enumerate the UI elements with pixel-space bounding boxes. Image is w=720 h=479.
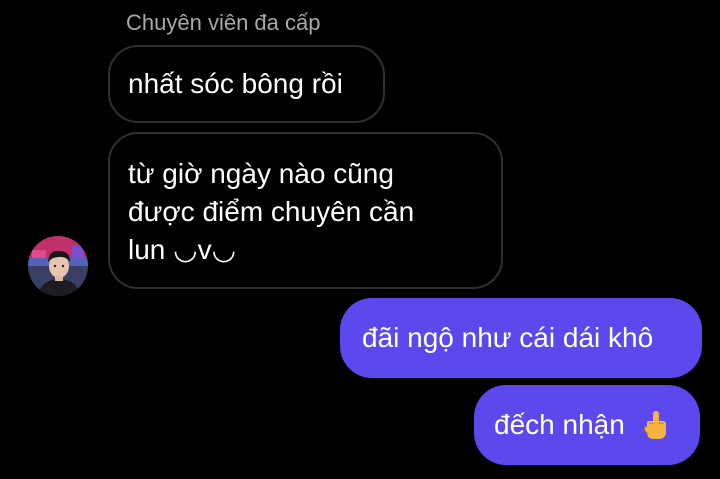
message-text: đếch nhận	[494, 409, 625, 440]
sender-name: Chuyên viên đa cấp	[126, 10, 321, 35]
avatar-photo-icon	[28, 236, 88, 296]
sender-avatar[interactable]	[28, 236, 88, 296]
message-text: đãi ngộ như cái dái khô	[362, 322, 654, 353]
outgoing-message[interactable]: đãi ngộ như cái dái khô	[340, 298, 702, 378]
incoming-message[interactable]: từ giờ ngày nào cũng được điểm chuyên cầ…	[108, 132, 503, 289]
message-text-line: lun ◡v◡	[128, 234, 237, 265]
middle-finger-emoji-icon	[643, 410, 669, 450]
message-text: nhất sóc bông rồi	[128, 68, 343, 99]
outgoing-message[interactable]: đếch nhận	[474, 385, 700, 465]
incoming-message[interactable]: nhất sóc bông rồi	[108, 45, 385, 123]
message-text-line: được điểm chuyên cần	[128, 196, 415, 227]
message-text-line: từ giờ ngày nào cũng	[128, 158, 394, 189]
